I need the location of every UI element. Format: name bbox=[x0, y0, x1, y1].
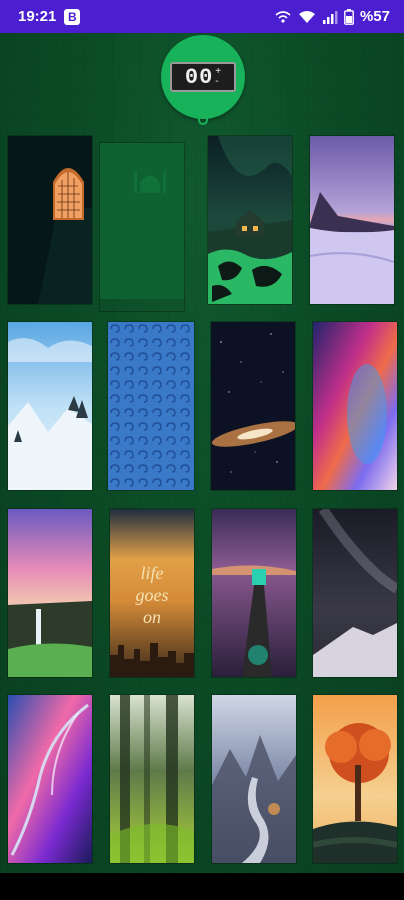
aurora-colors-image bbox=[313, 322, 397, 490]
tasbih-counter[interactable]: 00 + - bbox=[161, 35, 245, 125]
life-goes-on-word-2: goes bbox=[136, 585, 169, 605]
wallpaper-thumb-aurora-colors[interactable] bbox=[313, 322, 397, 490]
wallpaper-thumb-galaxy[interactable] bbox=[211, 322, 295, 490]
signal-icon bbox=[322, 10, 338, 24]
wallpaper-thumb-autumn-tree[interactable] bbox=[313, 695, 397, 863]
counter-sign: + - bbox=[215, 67, 221, 87]
lighthouse-pier-image bbox=[212, 509, 296, 677]
wallpaper-thumb-lighthouse-pier[interactable] bbox=[212, 509, 296, 677]
purple-snow-mountain-image bbox=[310, 136, 394, 304]
autumn-tree-image bbox=[313, 695, 397, 863]
counter-value: 00 bbox=[184, 64, 214, 90]
battery-icon bbox=[344, 8, 354, 25]
galaxy-image bbox=[211, 322, 295, 490]
wallpaper-thumb-waterfall-sunset[interactable] bbox=[8, 509, 92, 677]
wallpaper-thumb-life-goes-on-city[interactable]: life goes on bbox=[110, 509, 194, 677]
status-icons: %57 bbox=[274, 8, 390, 25]
blue-swirl-pattern-image bbox=[108, 322, 194, 490]
wifi-calling-icon bbox=[275, 10, 291, 23]
wallpaper-thumb-mosque-window[interactable] bbox=[8, 136, 92, 304]
gradient-feather-image bbox=[8, 695, 92, 863]
life-goes-on-city-image: life goes on bbox=[110, 509, 194, 677]
battery-percent: %57 bbox=[359, 8, 390, 25]
life-goes-on-word-3: on bbox=[143, 607, 161, 627]
wallpaper-thumb-snowy-trees[interactable] bbox=[8, 322, 92, 490]
status-bar: 19:21 B %57 bbox=[0, 0, 404, 33]
mountain-river-image bbox=[212, 695, 296, 863]
wallpaper-thumb-mountain-river[interactable] bbox=[212, 695, 296, 863]
notification-badge-icon: B bbox=[64, 8, 81, 25]
wallpaper-thumb-gradient-feather[interactable] bbox=[8, 695, 92, 863]
milky-way-mountain-image bbox=[313, 509, 397, 677]
wallpaper-thumb-green-mosque-overlay[interactable] bbox=[100, 143, 184, 311]
counter-button[interactable]: 00 + - bbox=[161, 35, 245, 119]
wallpaper-thumb-milky-way-mountain[interactable] bbox=[313, 509, 397, 677]
aurora-cabin-image bbox=[208, 136, 292, 304]
counter-minus: - bbox=[215, 76, 219, 87]
navigation-bar bbox=[0, 873, 404, 900]
counter-display: 00 + - bbox=[170, 62, 236, 92]
wallpaper-grid: life goes on bbox=[0, 33, 404, 873]
misty-forest-image bbox=[110, 695, 194, 863]
snowy-trees-image bbox=[8, 322, 92, 490]
green-mosque-overlay-image bbox=[100, 143, 184, 299]
mosque-window-image bbox=[8, 136, 92, 304]
life-goes-on-word-1: life bbox=[141, 563, 164, 583]
wallpaper-screen: life goes on 00 + - bbox=[0, 33, 404, 873]
wallpaper-thumb-misty-forest[interactable] bbox=[110, 695, 194, 863]
wifi-icon bbox=[298, 10, 315, 23]
waterfall-sunset-image bbox=[8, 509, 92, 677]
wallpaper-thumb-purple-snow-mountain[interactable] bbox=[310, 136, 394, 304]
wallpaper-thumb-aurora-cabin[interactable] bbox=[208, 136, 292, 304]
status-time: 19:21 bbox=[18, 8, 57, 25]
wallpaper-thumb-blue-swirl-pattern[interactable] bbox=[108, 322, 194, 490]
